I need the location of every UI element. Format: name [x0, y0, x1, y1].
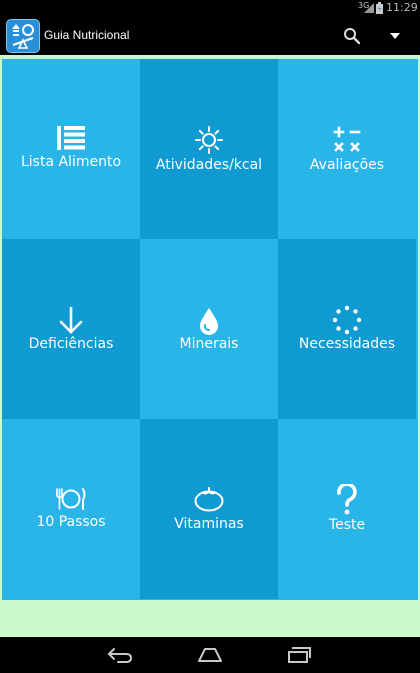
- tile-label: Minerais: [179, 336, 239, 352]
- app-title: Guia Nutricional: [44, 28, 130, 42]
- action-bar: Guia Nutricional: [0, 17, 420, 55]
- list-icon: [57, 126, 85, 150]
- tile-deficiencias[interactable]: Deficiências: [2, 239, 140, 419]
- tile-label: Vitaminas: [174, 516, 244, 532]
- clock: 11:29: [386, 1, 418, 14]
- calculator-icon: [333, 126, 361, 152]
- battery-icon: [376, 2, 383, 14]
- chevron-down-icon[interactable]: [388, 30, 402, 42]
- sun-icon: [195, 126, 223, 154]
- tile-10-passos[interactable]: 10 Passos: [2, 419, 140, 599]
- tile-label: Lista Alimento: [20, 154, 122, 170]
- search-icon[interactable]: [342, 26, 362, 46]
- tile-label: Deficiências: [28, 336, 114, 352]
- tile-label: Teste: [328, 517, 366, 533]
- tile-label: Atividades/kcal: [155, 157, 263, 173]
- water-drop-icon: [200, 308, 218, 335]
- content-area: Lista Alimento Atividades/kcal Avaliaçõe…: [0, 55, 420, 637]
- cutlery-icon: [56, 488, 86, 510]
- home-icon[interactable]: [196, 645, 224, 665]
- tomato-icon: [194, 487, 224, 512]
- tile-label: Necessidades: [298, 336, 396, 352]
- tile-lista-alimento[interactable]: Lista Alimento: [2, 59, 140, 239]
- tile-necessidades[interactable]: Necessidades: [278, 239, 416, 419]
- tile-avaliacoes[interactable]: Avaliações: [278, 59, 416, 239]
- menu-grid: Lista Alimento Atividades/kcal Avaliaçõe…: [2, 59, 418, 600]
- tile-atividades-kcal[interactable]: Atividades/kcal: [140, 59, 278, 239]
- back-icon[interactable]: [106, 645, 134, 665]
- signal-icon: [364, 3, 374, 13]
- recents-icon[interactable]: [286, 645, 314, 665]
- navigation-bar: [0, 637, 420, 673]
- tile-label: Avaliações: [309, 157, 385, 173]
- tile-vitaminas[interactable]: Vitaminas: [140, 419, 278, 599]
- dotted-circle-icon: [332, 305, 362, 335]
- app-logo-icon[interactable]: [6, 19, 40, 53]
- tile-label: 10 Passos: [36, 514, 106, 530]
- arrow-down-icon: [59, 307, 83, 334]
- tile-minerais[interactable]: Minerais: [140, 239, 278, 419]
- question-icon: [337, 484, 357, 515]
- status-bar: 3G 11:29: [0, 0, 420, 17]
- tile-teste[interactable]: Teste: [278, 419, 416, 599]
